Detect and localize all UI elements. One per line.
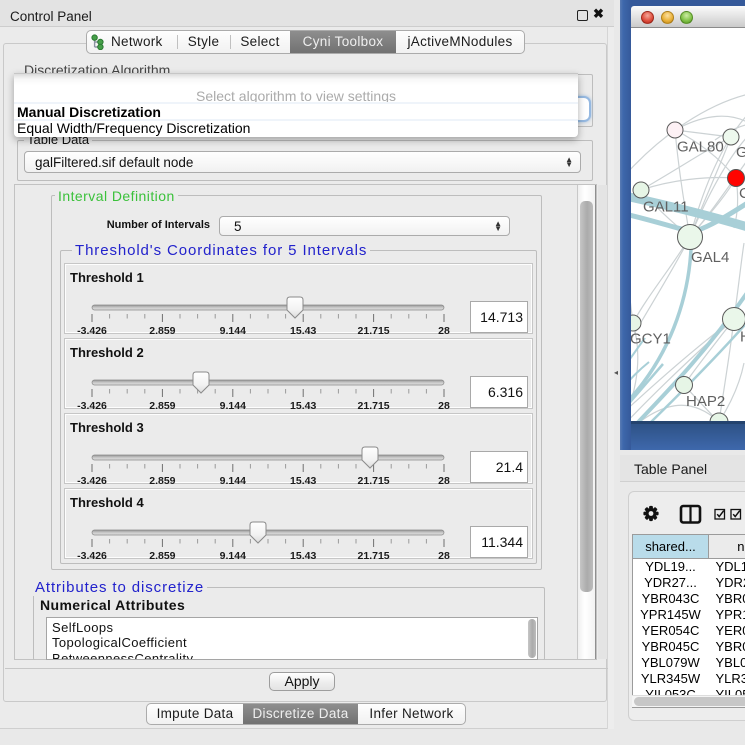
svg-text:21.715: 21.715 [358, 550, 390, 560]
svg-text:28: 28 [438, 325, 450, 335]
svg-text:15.43: 15.43 [290, 400, 316, 410]
svg-text:GAL11: GAL11 [643, 199, 689, 216]
svg-text:21.715: 21.715 [358, 325, 390, 335]
svg-text:9.144: 9.144 [220, 475, 246, 485]
svg-text:28: 28 [438, 400, 450, 410]
svg-text:GAL80: GAL80 [677, 139, 724, 156]
svg-text:2.859: 2.859 [149, 475, 175, 485]
svg-text:15.43: 15.43 [290, 325, 316, 335]
svg-text:GAL4: GAL4 [691, 249, 729, 266]
svg-text:-3.426: -3.426 [77, 400, 107, 410]
svg-text:-3.426: -3.426 [77, 475, 107, 485]
svg-text:21.715: 21.715 [358, 400, 390, 410]
svg-text:HAP2: HAP2 [686, 393, 725, 410]
svg-text:-3.426: -3.426 [77, 550, 107, 560]
svg-text:28: 28 [438, 550, 450, 560]
svg-text:2.859: 2.859 [149, 550, 175, 560]
svg-text:H: H [740, 329, 745, 346]
svg-text:2.859: 2.859 [149, 400, 175, 410]
svg-text:-3.426: -3.426 [77, 325, 107, 335]
svg-text:9.144: 9.144 [220, 550, 246, 560]
svg-text:C: C [739, 185, 745, 202]
svg-text:15.43: 15.43 [290, 550, 316, 560]
svg-text:21.715: 21.715 [358, 475, 390, 485]
svg-text:GA: GA [736, 144, 745, 161]
svg-text:2.859: 2.859 [149, 325, 175, 335]
svg-text:15.43: 15.43 [290, 475, 316, 485]
svg-text:9.144: 9.144 [220, 325, 246, 335]
svg-text:GCY1: GCY1 [631, 331, 671, 348]
svg-text:28: 28 [438, 475, 450, 485]
svg-text:9.144: 9.144 [220, 400, 246, 410]
